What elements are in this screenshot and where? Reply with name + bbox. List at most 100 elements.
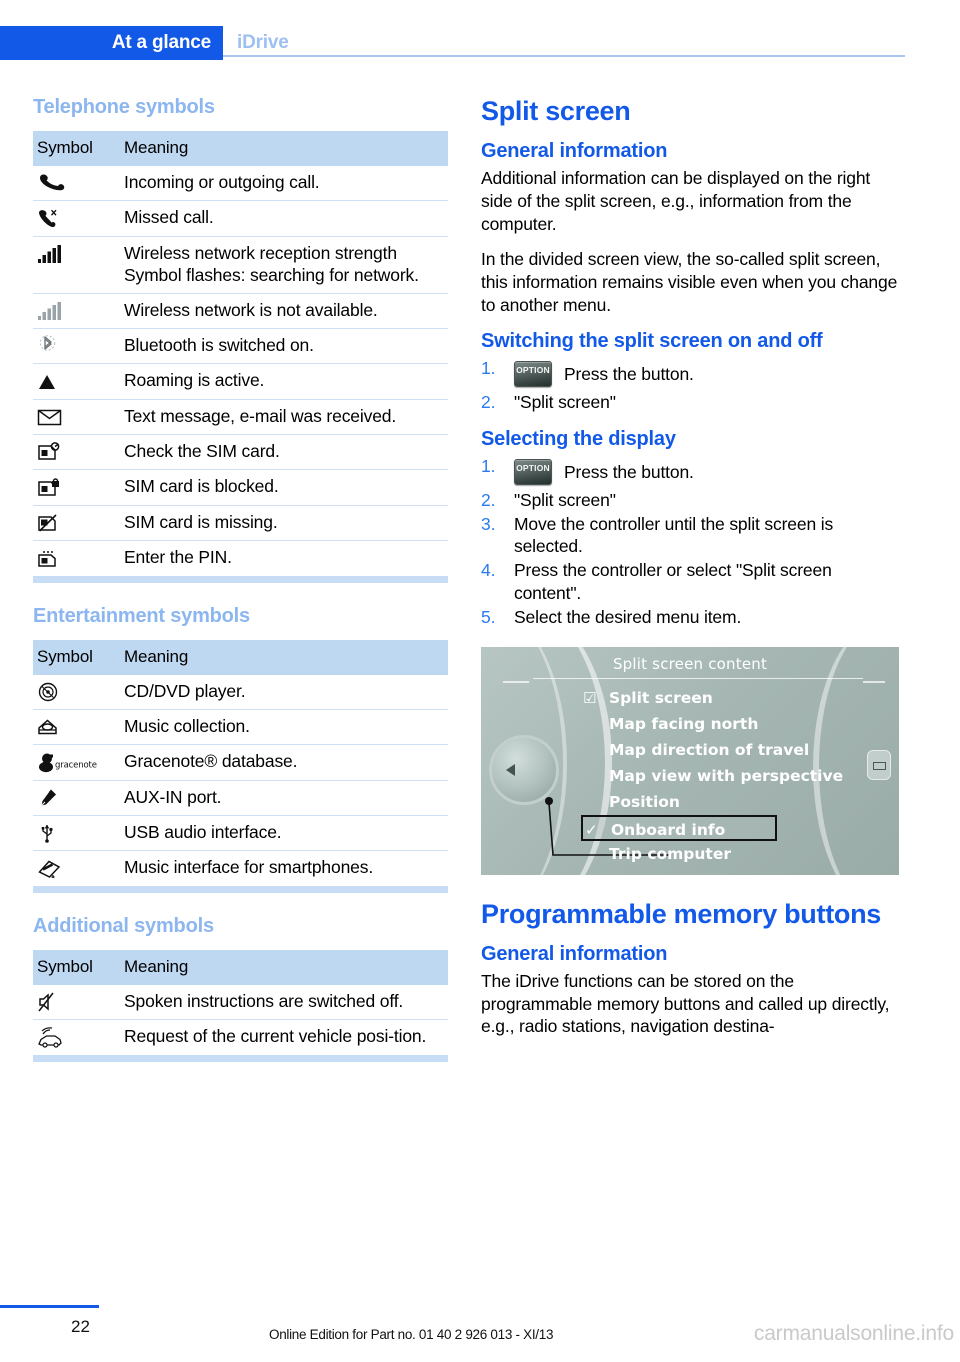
table-row: SIM card is blocked.: [33, 469, 448, 506]
footer-divider: [0, 1305, 99, 1308]
additional-symbols-table: Symbol Meaning Spoken instructions are s…: [33, 949, 448, 1055]
symbol-meaning: SIM card is blocked.: [119, 469, 448, 506]
idrive-split-screen-content-figure: Split screen content ☑ Split screen Map …: [481, 646, 899, 875]
step-item: "Split screen": [481, 391, 901, 414]
idrive-menu-item-label: Split screen: [609, 688, 713, 707]
symbol-meaning: Bluetooth is switched on.: [119, 328, 448, 365]
split-screen-paragraph-1: Additional information can be displayed …: [481, 168, 871, 234]
table-header-row: Symbol Meaning: [33, 949, 448, 985]
aux-in-plug-icon: [33, 780, 119, 817]
idrive-menu-item[interactable]: Map facing north: [581, 711, 881, 737]
table-row: AUX-IN port.: [33, 780, 448, 817]
svg-text:gracenote: gracenote: [55, 760, 97, 770]
usb-icon: [33, 815, 119, 852]
option-button-label: OPTION: [516, 364, 550, 375]
signal-bars-gray-icon: [33, 293, 119, 329]
smartphone-music-interface-icon: [33, 851, 119, 886]
idrive-menu-item-selected[interactable]: ✓ Onboard info: [581, 814, 777, 841]
step-item: Select the desired menu item.: [481, 606, 901, 629]
sim-pin-icon: [33, 541, 119, 576]
idrive-menu-item[interactable]: Trip computer: [581, 841, 881, 867]
breadcrumb-tab-label: At a glance: [111, 32, 211, 53]
idrive-title-divider: [533, 677, 863, 680]
symbol-meaning: Gracenote® database.: [119, 744, 448, 781]
table-row: Missed call.: [33, 200, 448, 237]
symbol-meaning: Wireless network reception strength Symb…: [119, 236, 448, 294]
symbol-meaning: Music collection.: [119, 709, 448, 746]
additional-table-bottom-bar: [33, 1054, 448, 1062]
symbol-meaning: CD/DVD player.: [119, 674, 448, 710]
table-row: Music interface for smartphones.: [33, 851, 448, 886]
idrive-menu-item[interactable]: Map view with perspective: [581, 763, 881, 789]
step-item: "Split screen": [481, 489, 901, 512]
switching-split-screen-heading: Switching the split screen on and off: [481, 329, 823, 352]
idrive-menu-item[interactable]: Position: [581, 789, 881, 815]
idrive-controller-knob-icon[interactable]: [489, 734, 559, 805]
idrive-menu-item-label: Position: [609, 792, 680, 811]
telephone-symbols-table: Symbol Meaning Incoming or outgoing call…: [33, 131, 448, 576]
column-header-symbol: Symbol: [33, 639, 119, 675]
idrive-menu-item-label: Onboard info: [611, 820, 726, 839]
entertainment-table-bottom-bar: [33, 885, 448, 893]
step-item: Press the controller or select "Split sc…: [481, 559, 901, 605]
table-header-row: Symbol Meaning: [33, 131, 448, 166]
cd-dvd-icon: [33, 674, 119, 710]
telephone-table-bottom-bar: [33, 575, 448, 583]
telephone-symbols-heading: Telephone symbols: [33, 96, 215, 118]
selecting-the-display-steps: OPTION Press the button. "Split screen" M…: [481, 455, 901, 629]
page-number: 22: [71, 1317, 90, 1336]
site-watermark: carmanualsonline.info: [753, 1322, 954, 1345]
switching-split-screen-steps: OPTION Press the button. "Split screen": [481, 357, 901, 414]
column-header-meaning: Meaning: [119, 949, 448, 985]
table-row: SIM card is missing.: [33, 505, 448, 542]
step-text: Select the desired menu item.: [514, 606, 742, 627]
option-button-icon[interactable]: OPTION: [514, 458, 552, 485]
idrive-menu-item-label: Map direction of travel: [609, 740, 810, 759]
page-title-split-screen: Split screen: [481, 96, 631, 126]
bluetooth-icon: [33, 328, 119, 365]
step-item: OPTION Press the button.: [481, 455, 901, 488]
symbol-meaning: Request of the current vehicle posi-tion…: [124, 1026, 427, 1047]
step-text: "Split screen": [514, 489, 616, 510]
symbol-meaning: Missed call.: [119, 200, 448, 237]
signal-bars-full-icon: [33, 236, 119, 294]
phone-handset-icon: [33, 166, 119, 202]
table-row: Enter the PIN.: [33, 541, 448, 576]
table-row: Incoming or outgoing call.: [33, 166, 448, 202]
symbol-meaning: USB audio interface.: [119, 815, 448, 852]
symbol-meaning: Music interface for smartphones.: [124, 857, 374, 878]
left-column: Telephone symbols Symbol Meaning Incomin…: [33, 96, 448, 1084]
table-row: gracenote Gracenote® database.: [33, 744, 448, 781]
idrive-menu-item[interactable]: Map direction of travel: [581, 737, 881, 763]
breadcrumb-tab-at-a-glance[interactable]: At a glance: [0, 26, 223, 60]
idrive-menu-list: ☑ Split screen Map facing north Map dire…: [581, 685, 881, 867]
table-row: Check the SIM card.: [33, 434, 448, 471]
symbol-meaning: Text message, e-mail was received.: [119, 399, 448, 436]
page-title-programmable-memory-buttons: Programmable memory buttons: [481, 898, 881, 929]
checkbox-checked-icon: ☑: [583, 688, 597, 707]
step-text: Move the controller until the split scre…: [514, 513, 834, 557]
selecting-the-display-heading: Selecting the display: [481, 427, 676, 450]
symbol-meaning: Roaming is active.: [119, 363, 448, 400]
option-button-icon[interactable]: OPTION: [514, 360, 552, 387]
column-header-meaning: Meaning: [119, 639, 448, 675]
sim-check-icon: [33, 434, 119, 471]
speaker-muted-icon: [33, 984, 119, 1021]
idrive-menu-item-label: Trip computer: [609, 844, 732, 863]
step-text: Press the button.: [564, 363, 694, 384]
memory-buttons-paragraph-1: The iDrive functions can be stored on th…: [481, 970, 890, 1037]
table-row: CD/DVD player.: [33, 674, 448, 710]
column-header-symbol: Symbol: [33, 131, 119, 166]
split-screen-general-information-heading: General information: [481, 140, 668, 163]
option-button-label: OPTION: [516, 462, 550, 473]
right-column: Split screen General information Additio…: [481, 96, 901, 1051]
sim-locked-icon: [33, 469, 119, 506]
entertainment-symbols-heading: Entertainment symbols: [33, 604, 250, 627]
additional-symbols-heading: Additional symbols: [33, 914, 214, 937]
check-icon: ✓: [585, 820, 598, 839]
idrive-menu-item[interactable]: ☑ Split screen: [581, 685, 881, 711]
table-row: Wireless network reception strength Symb…: [33, 236, 448, 294]
step-item: Move the controller until the split scre…: [481, 513, 901, 559]
idrive-menu-item-label: Map view with perspective: [609, 766, 844, 785]
symbol-meaning: Spoken instructions are switched off.: [119, 984, 448, 1021]
